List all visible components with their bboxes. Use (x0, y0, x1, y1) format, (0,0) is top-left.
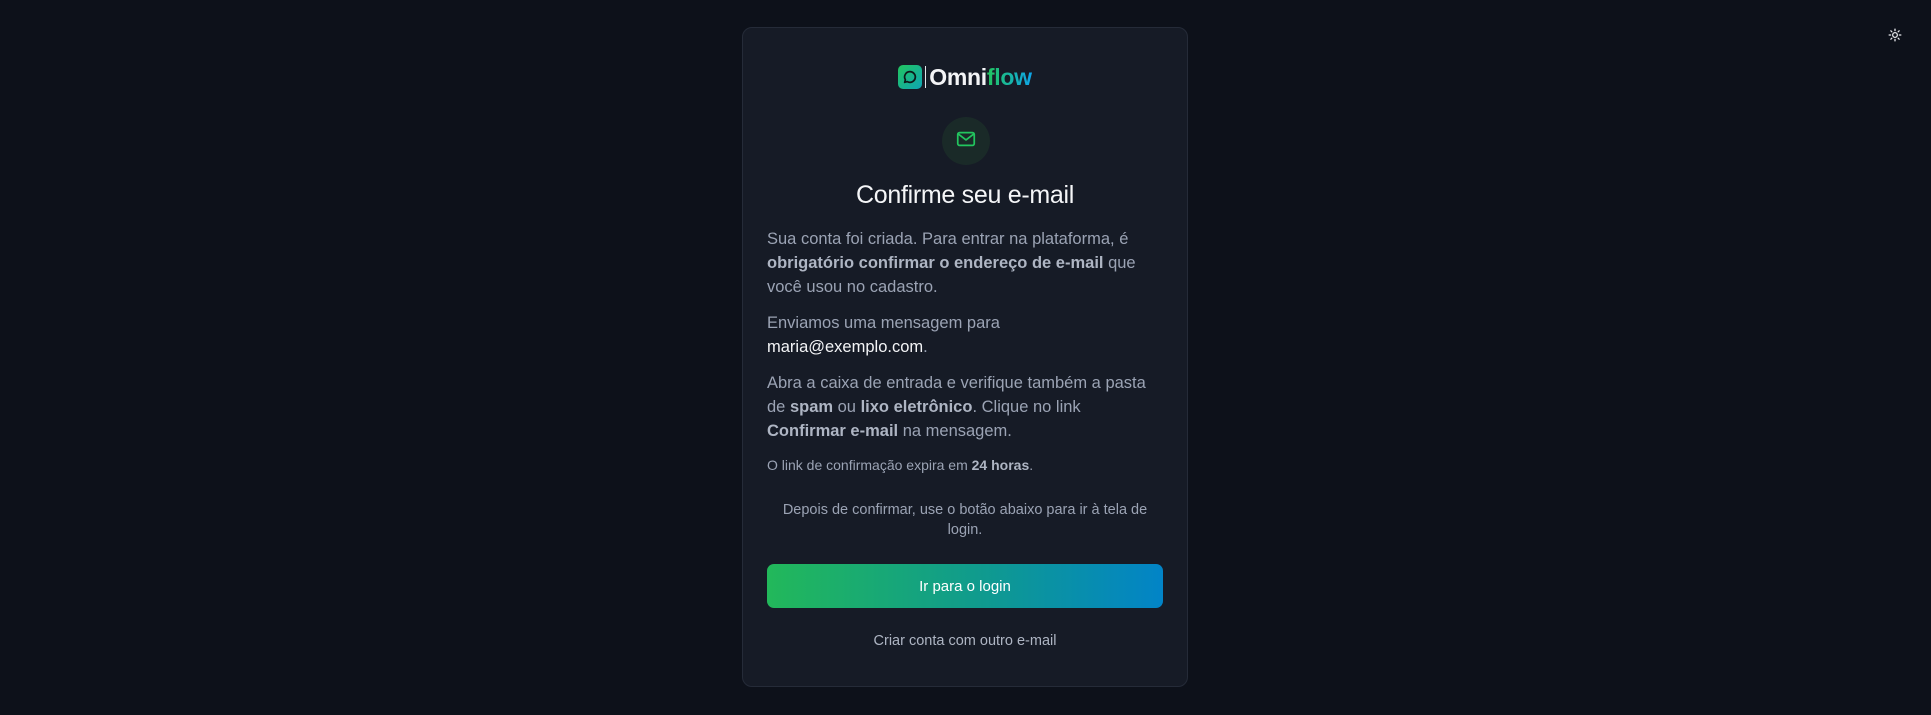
mandatory-confirmation-text: obrigatório confirmar o endereço de e-ma… (767, 254, 1104, 272)
user-email: maria@exemplo.com (767, 338, 924, 356)
after-confirm-note: Depois de confirmar, use o botão abaixo … (782, 502, 1148, 538)
check-inbox-text: Abra a caixa de entrada e verifique tamb… (767, 374, 1146, 440)
mail-icon-badge (942, 117, 990, 165)
confirm-email-card: Omniflow Confirme seu e-mail Sua conta f… (742, 27, 1188, 687)
go-to-login-button[interactable]: Ir para o login (767, 564, 1163, 608)
brand-logo: Omniflow (743, 64, 1187, 90)
account-created-text: Sua conta foi criada. Para entrar na pla… (767, 230, 1136, 296)
brand-name: Omniflow (929, 64, 1032, 90)
link-expiry-text: O link de confirmação expira em 24 horas… (767, 457, 1034, 473)
logo-divider (925, 66, 927, 88)
instructions: Sua conta foi criada. Para entrar na pla… (767, 227, 1163, 487)
sun-icon (1888, 28, 1902, 47)
sent-message-text: Enviamos uma mensagem para maria@exemplo… (767, 314, 1000, 356)
brand-name-part2: flow (986, 64, 1032, 90)
mail-icon (955, 128, 977, 155)
create-account-other-email-link[interactable]: Criar conta com outro e-mail (743, 633, 1187, 649)
theme-toggle-button[interactable] (1880, 22, 1910, 52)
page-title: Confirme seu e-mail (856, 181, 1074, 209)
chat-bubble-icon (898, 65, 923, 89)
brand-name-part1: Omni (929, 64, 987, 90)
